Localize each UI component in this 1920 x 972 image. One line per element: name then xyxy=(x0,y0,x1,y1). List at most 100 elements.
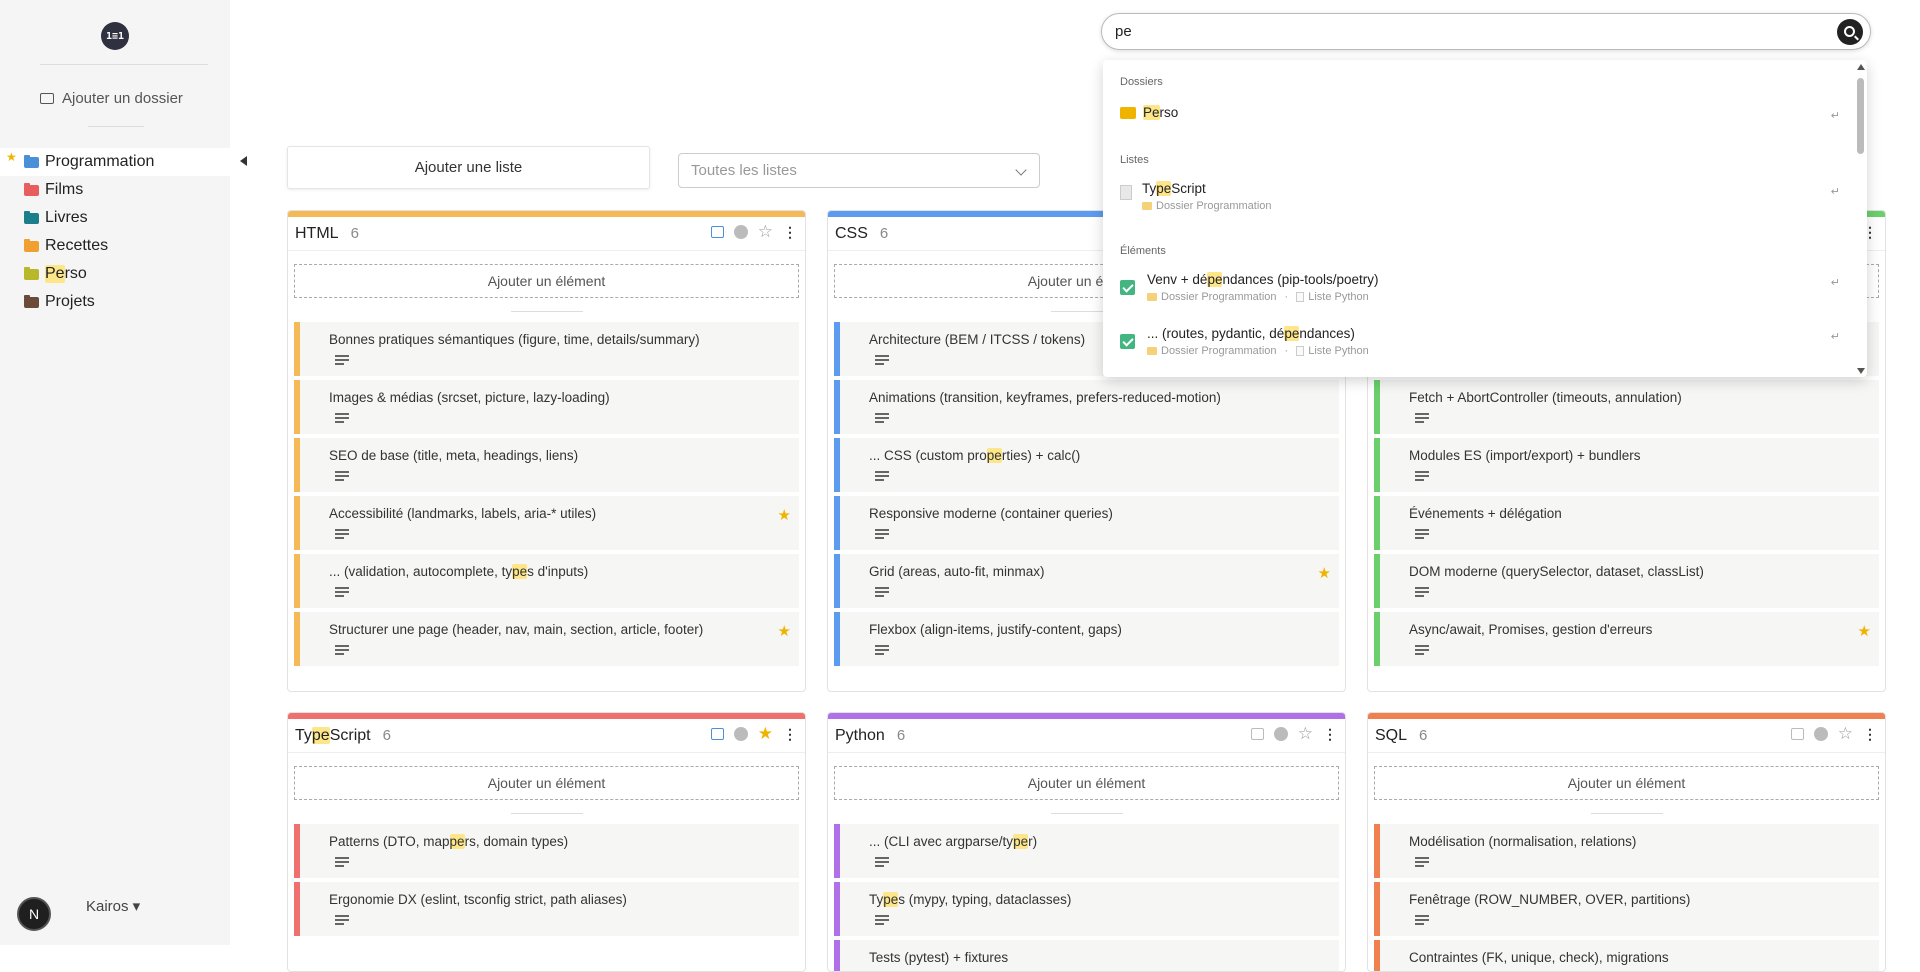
search-button[interactable] xyxy=(1837,19,1863,45)
list-item[interactable]: DOM moderne (querySelector, dataset, cla… xyxy=(1374,554,1879,608)
add-folder-button[interactable]: Ajouter un dossier xyxy=(40,90,183,107)
result-text: Script xyxy=(1171,181,1206,196)
list-tools: ☆⋮ xyxy=(1250,725,1337,742)
add-element-button[interactable]: Ajouter un élément xyxy=(294,264,799,298)
check-circle-icon[interactable] xyxy=(1273,727,1288,741)
more-vertical-icon[interactable]: ⋮ xyxy=(783,727,797,741)
item-text: Responsive moderne (container queries) xyxy=(869,506,1113,521)
result-text: Venv + dé xyxy=(1147,272,1208,287)
folder-icon xyxy=(24,210,39,224)
list-item[interactable]: Grid (areas, auto-fit, minmax) ★ xyxy=(834,554,1339,608)
folder-icon xyxy=(24,266,39,280)
star-icon[interactable]: ★ xyxy=(1858,622,1871,640)
list-title[interactable]: Python xyxy=(835,727,885,745)
item-text: Tests (pytest) + fixtures xyxy=(869,950,1009,965)
list-count: 6 xyxy=(896,727,906,744)
board-view-icon[interactable] xyxy=(710,728,724,740)
add-list-button[interactable]: Ajouter une liste xyxy=(287,146,650,189)
list-items: Modélisation (normalisation, relations) F… xyxy=(1368,824,1885,971)
page-scrollbar[interactable] xyxy=(1906,0,1920,945)
add-element-button[interactable]: Ajouter un élément xyxy=(1374,766,1879,800)
item-text-highlight: pe xyxy=(1013,834,1029,849)
star-icon[interactable]: ☆ xyxy=(1298,725,1313,742)
board-view-icon[interactable] xyxy=(1250,728,1264,740)
item-text: s d'inputs) xyxy=(527,564,589,579)
sidebar-item-folder[interactable]: ★ Programmation xyxy=(0,148,230,176)
board-view-icon[interactable] xyxy=(1790,728,1804,740)
list-filter-select[interactable]: Toutes les listes xyxy=(678,153,1040,188)
star-icon[interactable]: ★ xyxy=(758,725,773,742)
board-view-icon[interactable] xyxy=(710,226,724,238)
add-element-button[interactable]: Ajouter un élément xyxy=(294,766,799,800)
scroll-down-icon[interactable] xyxy=(1857,368,1865,374)
folder-list: ★ Programmation Films Livres Recettes Pe rso Pr… xyxy=(0,148,230,316)
list-item[interactable]: Événements + délégation xyxy=(1374,496,1879,550)
divider xyxy=(88,126,144,127)
avatar[interactable]: N xyxy=(17,897,51,931)
list-title[interactable]: TypeScript xyxy=(295,726,371,745)
sidebar-item-label: rso xyxy=(64,265,87,282)
star-icon[interactable]: ☆ xyxy=(758,223,773,240)
list-item[interactable]: Patterns (DTO, mappers, domain types) xyxy=(294,824,799,878)
section-heading-folders: Dossiers xyxy=(1120,76,1163,88)
list-item[interactable]: Animations (transition, keyframes, prefe… xyxy=(834,380,1339,434)
search-input[interactable]: pe xyxy=(1101,13,1871,50)
list-title[interactable]: CSS xyxy=(835,225,868,243)
check-circle-icon[interactable] xyxy=(733,225,748,239)
more-vertical-icon[interactable]: ⋮ xyxy=(1863,727,1877,741)
list-item[interactable]: Bonnes pratiques sémantiques (figure, ti… xyxy=(294,322,799,376)
scrollbar[interactable] xyxy=(1857,78,1864,154)
scroll-up-icon[interactable] xyxy=(1857,64,1865,70)
app-logo[interactable]: 1≡1 xyxy=(101,22,129,50)
add-element-button[interactable]: Ajouter un élément xyxy=(834,766,1339,800)
description-icon xyxy=(335,915,349,927)
list-item[interactable]: Types (mypy, typing, dataclasses) xyxy=(834,882,1339,936)
list-item[interactable]: Async/await, Promises, gestion d'erreurs… xyxy=(1374,612,1879,666)
star-icon[interactable]: ☆ xyxy=(1838,725,1853,742)
list-item[interactable]: Modules ES (import/export) + bundlers xyxy=(1374,438,1879,492)
star-icon[interactable]: ★ xyxy=(1318,564,1331,582)
user-menu[interactable]: Kairos ▾ xyxy=(86,897,140,915)
item-text: Flexbox (align-items, justify-content, g… xyxy=(869,622,1122,637)
list-header: HTML 6 ☆ ⋮ xyxy=(288,217,805,251)
result-text: ndances) xyxy=(1299,326,1355,341)
list-item[interactable]: Accessibilité (landmarks, labels, aria-*… xyxy=(294,496,799,550)
check-circle-icon[interactable] xyxy=(1813,727,1828,741)
sidebar-item-folder[interactable]: Livres xyxy=(0,204,230,232)
check-circle-icon[interactable] xyxy=(733,727,748,741)
list-item[interactable]: Images & médias (srcset, picture, lazy-l… xyxy=(294,380,799,434)
search-result-folder[interactable]: Perso ↵ xyxy=(1120,105,1840,122)
item-text: Architecture (BEM / ITCSS / tokens) xyxy=(869,332,1086,347)
list-item[interactable]: Fenêtrage (ROW_NUMBER, OVER, partitions) xyxy=(1374,882,1879,936)
description-icon xyxy=(875,355,889,367)
list-title[interactable]: HTML xyxy=(295,225,339,243)
list-item[interactable]: Flexbox (align-items, justify-content, g… xyxy=(834,612,1339,666)
description-icon xyxy=(335,355,349,367)
list-item[interactable]: Ergonomie DX (eslint, tsconfig strict, p… xyxy=(294,882,799,936)
search-result-list[interactable]: TypeScript Dossier Programmation ↵ xyxy=(1120,181,1840,212)
star-icon[interactable]: ★ xyxy=(778,622,791,640)
list-item[interactable]: Structurer une page (header, nav, main, … xyxy=(294,612,799,666)
list-item[interactable]: ... (CLI avec argparse/typer) xyxy=(834,824,1339,878)
list-title[interactable]: SQL xyxy=(1375,727,1407,745)
search-result-element[interactable]: Venv + dépendances (pip-tools/poetry) Dos… xyxy=(1120,272,1840,303)
list-item[interactable]: SEO de base (title, meta, headings, lien… xyxy=(294,438,799,492)
list-item[interactable]: Responsive moderne (container queries) xyxy=(834,496,1339,550)
sidebar-item-folder[interactable]: Pe rso xyxy=(0,260,230,288)
star-icon[interactable]: ★ xyxy=(778,506,791,524)
more-vertical-icon[interactable]: ⋮ xyxy=(783,225,797,239)
list-item[interactable]: Fetch + AbortController (timeouts, annul… xyxy=(1374,380,1879,434)
collapse-sidebar-icon[interactable] xyxy=(240,156,247,166)
list-item[interactable]: ... (validation, autocomplete, types d'i… xyxy=(294,554,799,608)
more-vertical-icon[interactable]: ⋮ xyxy=(1323,727,1337,741)
sidebar-item-folder[interactable]: Recettes xyxy=(0,232,230,260)
list-item[interactable]: Modélisation (normalisation, relations) xyxy=(1374,824,1879,878)
search-result-element[interactable]: ... (routes, pydantic, dépendances) Dossi… xyxy=(1120,326,1840,357)
list-item[interactable]: ... CSS (custom properties) + calc() xyxy=(834,438,1339,492)
folder-icon xyxy=(24,238,39,252)
list-tools: ☆⋮ xyxy=(710,223,797,240)
list-count: 6 xyxy=(879,225,889,242)
enter-icon: ↵ xyxy=(1830,110,1840,122)
sidebar-item-folder[interactable]: Projets xyxy=(0,288,230,316)
sidebar-item-folder[interactable]: Films xyxy=(0,176,230,204)
